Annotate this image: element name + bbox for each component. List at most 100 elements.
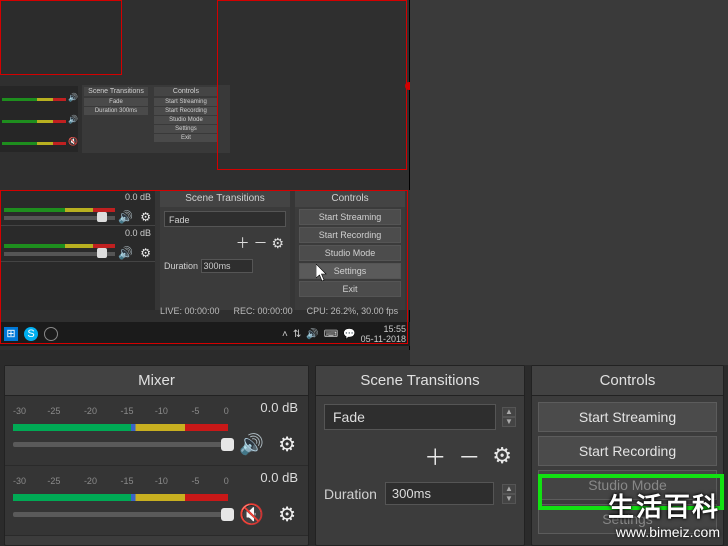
transition-stepper[interactable]: ▲ ▼	[502, 407, 516, 427]
nested-taskbar: ⊞ S ˄ ⇅ 🔊 ⌨ 💬 15:55 05-11-2018	[0, 322, 410, 346]
gear-icon[interactable]: ⚙	[140, 246, 151, 260]
nested-mini-mixer: 🔊 🔊 🔇	[0, 86, 78, 152]
nested-studio-mode-button[interactable]: Studio Mode	[299, 245, 401, 261]
nested-db-0: 0.0 dB	[125, 192, 151, 202]
scale-tick: -25	[47, 476, 60, 486]
bottom-panels: Mixer 0.0 dB -30 -25 -20 -15 -10 -5 0 🔊 …	[0, 365, 728, 546]
taskbar-start-icon[interactable]: ⊞	[4, 327, 18, 341]
scale-tick: -15	[121, 406, 134, 416]
duration-stepper[interactable]: ▲ ▼	[502, 484, 516, 504]
tray-wifi-icon[interactable]: ⇅	[293, 329, 301, 340]
gear-icon[interactable]: ⚙	[278, 432, 296, 457]
status-live: LIVE: 00:00:00	[160, 306, 220, 322]
mixer-db-0: 0.0 dB	[260, 400, 298, 415]
start-recording-button[interactable]: Start Recording	[538, 436, 717, 466]
plus-icon[interactable]: ＋	[236, 235, 250, 251]
transition-select[interactable]: Fade	[324, 404, 496, 430]
gear-icon[interactable]: ⚙	[492, 443, 512, 469]
speaker-muted-icon[interactable]: 🔇	[239, 502, 264, 527]
nested-ctrl-header: Controls	[295, 190, 405, 207]
skype-icon[interactable]: S	[24, 327, 38, 341]
mini-ctrl-2: Studio Mode	[154, 116, 218, 124]
mini-ctrl-header: Controls	[154, 87, 218, 96]
mixer-title: Mixer	[5, 366, 308, 396]
speaker-icon[interactable]: 🔊	[118, 210, 133, 224]
scale-tick: 0	[224, 406, 229, 416]
speaker-icon[interactable]: 🔊	[239, 432, 264, 457]
scale-tick: -10	[155, 406, 168, 416]
mini-trans-duration: Duration 300ms	[84, 107, 148, 115]
mini-ctrl-3: Settings	[154, 125, 218, 133]
tray-chat-icon[interactable]: 💬	[343, 329, 355, 340]
mini-ctrl-0: Start Streaming	[154, 98, 218, 106]
nested-db-1: 0.0 dB	[125, 228, 151, 238]
mini-trans-sel: Fade	[84, 98, 148, 106]
nested-duration-input[interactable]	[201, 259, 253, 273]
scale-tick: -25	[47, 406, 60, 416]
tray-volume-icon[interactable]: 🔊	[306, 329, 318, 340]
nested-mini-preview	[0, 0, 122, 75]
settings-button[interactable]: Settings	[538, 504, 717, 534]
scale-tick: 0	[224, 476, 229, 486]
nested-mini-panels: Scene Transitions Fade Duration 300ms Co…	[82, 85, 230, 153]
plus-icon[interactable]: ＋	[424, 440, 446, 472]
tray-keyboard-icon[interactable]: ⌨	[324, 329, 338, 340]
mixer-db-1: 0.0 dB	[260, 470, 298, 485]
speaker-icon[interactable]: 🔊	[118, 246, 133, 260]
minus-icon[interactable]: －	[254, 235, 268, 251]
status-rec: REC: 00:00:00	[234, 306, 293, 322]
scale-tick: -15	[121, 476, 134, 486]
scale-tick: -20	[84, 406, 97, 416]
mixer-channel-1: 0.0 dB -30 -25 -20 -15 -10 -5 0 🔇 ⚙	[5, 466, 308, 536]
transition-select-value: Fade	[333, 409, 365, 425]
mixer-meter-0	[13, 424, 228, 431]
nested-screenshot: 🔊 🔊 🔇 Scene Transitions Fade Duration 30…	[0, 0, 410, 350]
mini-trans-header: Scene Transitions	[84, 87, 148, 96]
mini-ctrl-4: Exit	[154, 134, 218, 142]
nested-controls: Controls Start Streaming Start Recording…	[295, 190, 405, 310]
controls-title: Controls	[532, 366, 723, 396]
minus-icon[interactable]: －	[458, 440, 480, 472]
nested-red-outline-top	[217, 0, 407, 170]
mixer-channel-0: 0.0 dB -30 -25 -20 -15 -10 -5 0 🔊 ⚙	[5, 396, 308, 466]
chevron-down-icon[interactable]: ▼	[502, 417, 516, 427]
scene-transitions-panel: Scene Transitions Fade ▲ ▼ ＋ － ⚙ Duratio…	[315, 365, 525, 546]
nested-medium-row: 0.0 dB 🔊 ⚙ 0.0 dB 🔊 ⚙ Scene Transitions …	[0, 190, 410, 310]
nested-start-recording-button[interactable]: Start Recording	[299, 227, 401, 243]
scale-tick: -30	[13, 406, 26, 416]
nested-transitions: Scene Transitions Fade ＋ － ⚙ Duration	[160, 190, 290, 310]
scale-tick: -5	[191, 476, 199, 486]
duration-input[interactable]: 300ms	[385, 482, 494, 505]
chevron-down-icon[interactable]: ▼	[502, 494, 516, 504]
scale-tick: -10	[155, 476, 168, 486]
controls-panel: Controls Start Streaming Start Recording…	[531, 365, 724, 546]
taskbar-clock[interactable]: 15:55 05-11-2018	[361, 324, 406, 344]
gear-icon[interactable]: ⚙	[271, 235, 284, 251]
scale-tick: -5	[191, 406, 199, 416]
scale-tick: -30	[13, 476, 26, 486]
gear-icon[interactable]: ⚙	[140, 210, 151, 224]
status-cpu: CPU: 26.2%, 30.00 fps	[307, 306, 399, 322]
preview-empty-area	[410, 0, 728, 365]
nested-exit-button[interactable]: Exit	[299, 281, 401, 297]
chevron-up-icon[interactable]: ▲	[502, 407, 516, 417]
mixer-slider-1[interactable]	[13, 512, 228, 517]
scene-transitions-title: Scene Transitions	[316, 366, 524, 396]
mini-ctrl-1: Start Recording	[154, 107, 218, 115]
mixer-meter-1	[13, 494, 228, 501]
mixer-slider-0[interactable]	[13, 442, 228, 447]
nested-trans-header: Scene Transitions	[160, 190, 290, 207]
start-streaming-button[interactable]: Start Streaming	[538, 402, 717, 432]
duration-label: Duration	[324, 486, 377, 502]
nested-settings-button[interactable]: Settings	[299, 263, 401, 279]
tray-chevron-up-icon[interactable]: ˄	[282, 329, 288, 340]
nested-start-streaming-button[interactable]: Start Streaming	[299, 209, 401, 225]
studio-mode-button[interactable]: Studio Mode	[538, 470, 717, 500]
gear-icon[interactable]: ⚙	[278, 502, 296, 527]
obs-icon[interactable]	[44, 327, 58, 341]
nested-trans-select[interactable]: Fade	[164, 211, 286, 227]
scale-tick: -20	[84, 476, 97, 486]
nested-mixer: 0.0 dB 🔊 ⚙ 0.0 dB 🔊 ⚙	[0, 190, 155, 310]
duration-value: 300ms	[392, 486, 431, 501]
chevron-up-icon[interactable]: ▲	[502, 484, 516, 494]
